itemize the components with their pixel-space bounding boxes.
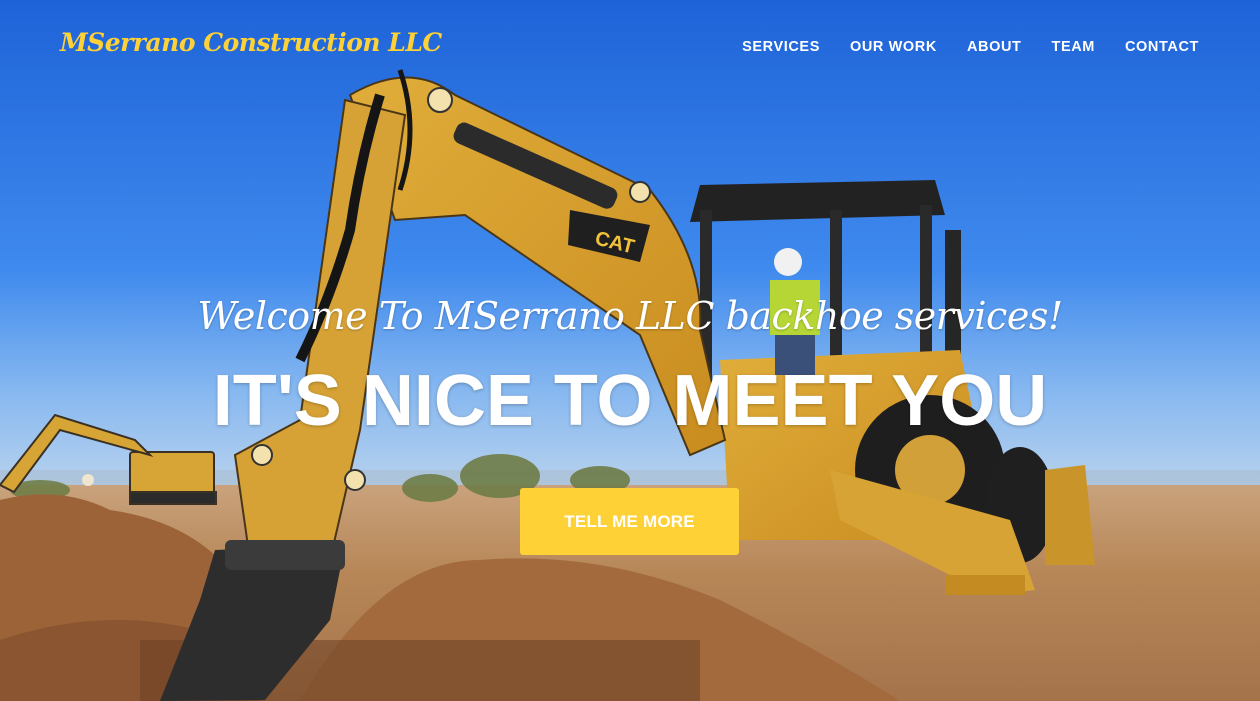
main-nav: SERVICES OUR WORK ABOUT TEAM CONTACT [712,38,1199,56]
nav-item-team: TEAM [1052,38,1095,56]
nav-link-services[interactable]: SERVICES [742,39,820,55]
nav-item-contact: CONTACT [1125,38,1199,56]
nav-item-services: SERVICES [742,38,820,56]
nav-item-our-work: OUR WORK [850,38,937,56]
hero-section: CAT MSerrano Construction LLC SERVICES O… [0,0,1260,701]
nav-link-contact[interactable]: CONTACT [1125,39,1199,55]
nav-link-our-work[interactable]: OUR WORK [850,39,937,55]
intro-lead-in: Welcome To MSerrano LLC backhoe services… [197,294,1063,338]
nav-item-about: ABOUT [967,38,1022,56]
brand-logo-link[interactable]: MSerrano Construction LLC [60,28,442,57]
intro-heading: IT'S NICE TO MEET YOU [212,361,1048,441]
navbar: MSerrano Construction LLC SERVICES OUR W… [0,0,1260,96]
nav-link-about[interactable]: ABOUT [967,39,1022,55]
tell-me-more-button[interactable]: TELL ME MORE [520,488,739,555]
intro-text: Welcome To MSerrano LLC backhoe services… [0,290,1260,440]
nav-link-team[interactable]: TEAM [1052,39,1095,55]
